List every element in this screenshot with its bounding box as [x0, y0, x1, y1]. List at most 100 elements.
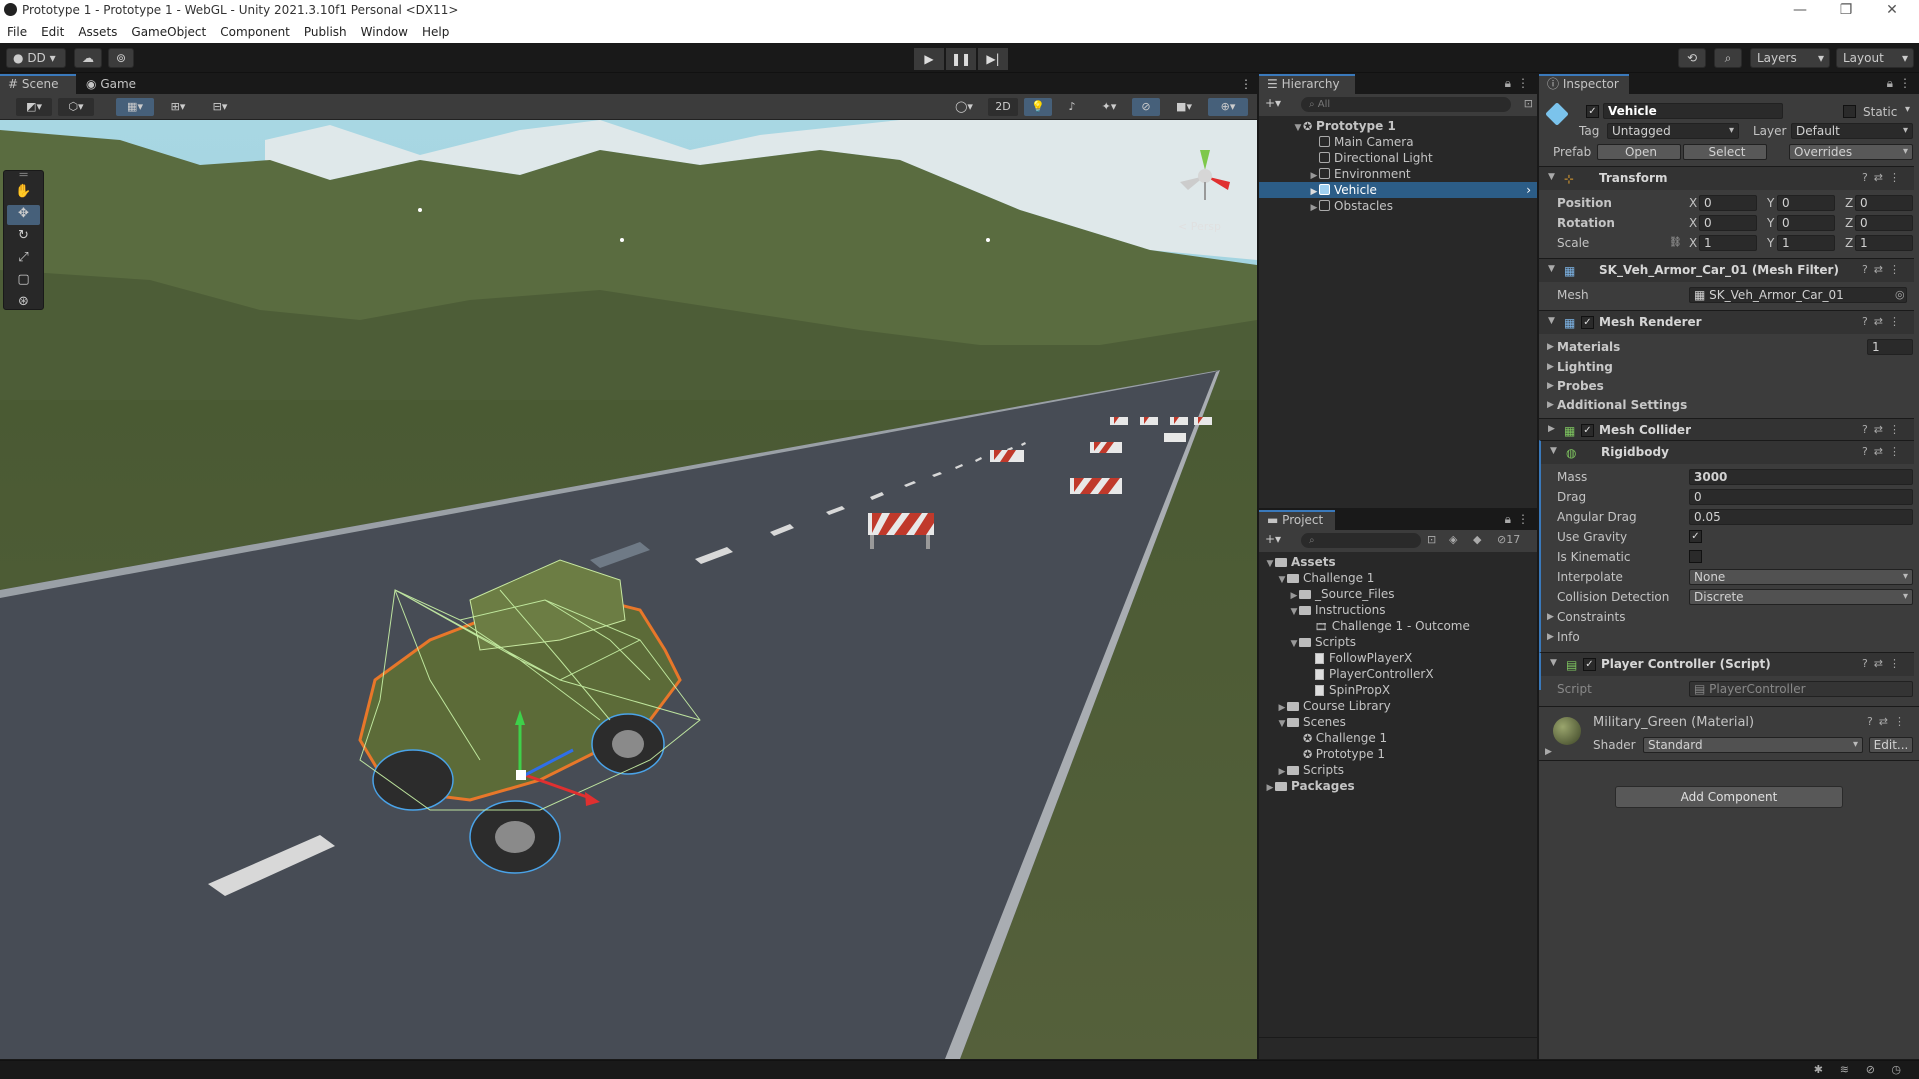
project-item-challenge-outcome[interactable]: 🎞︎ Challenge 1 - Outcome	[1259, 618, 1470, 634]
tab-scene[interactable]: # Scene	[0, 74, 76, 94]
lock-icon[interactable]: 🔒︎	[1887, 76, 1893, 91]
chevron-down-icon[interactable]: ▾	[1905, 104, 1910, 115]
project-item-course-library[interactable]: ▶ Course Library	[1259, 698, 1391, 714]
hidden-packages-toggle[interactable]: ⊘17	[1497, 533, 1520, 546]
active-checkbox[interactable]: ✓	[1586, 105, 1599, 118]
prefab-open-button[interactable]: Open	[1597, 144, 1681, 160]
hierarchy-item-prototype-1[interactable]: ▼ ✪ Prototype 1	[1259, 118, 1537, 134]
transform-header[interactable]: ▼ ⊹ Transform ?⇄⋮	[1539, 166, 1914, 190]
project-item-scene-prototype-1[interactable]: ✪ Prototype 1	[1259, 746, 1385, 762]
pivot-dropdown[interactable]: ◯▾	[948, 98, 980, 116]
mesh-collider-header[interactable]: ▶ ▦ ✓ Mesh Collider ?⇄⋮	[1539, 418, 1914, 442]
angular-drag-field[interactable]: 0.05	[1689, 509, 1913, 525]
constraints-foldout[interactable]: ▶ Constraints	[1539, 608, 1914, 626]
lock-icon[interactable]: 🔒︎	[1505, 76, 1511, 91]
panel-menu-button[interactable]: ⋮	[1232, 74, 1260, 94]
player-controller-enabled-checkbox[interactable]: ✓	[1583, 658, 1596, 671]
rect-tool[interactable]: ▢	[7, 271, 40, 291]
move-tool[interactable]: ✥	[7, 205, 40, 225]
transform-tool[interactable]: ⊛	[7, 293, 40, 313]
close-button[interactable]: ✕	[1869, 0, 1915, 22]
hierarchy-item-environment[interactable]: ▶ Environment	[1259, 166, 1537, 182]
hierarchy-item-vehicle[interactable]: ▶ Vehicle ›	[1259, 182, 1537, 198]
hierarchy-item-directional-light[interactable]: Directional Light	[1259, 150, 1537, 166]
render-path-dropdown[interactable]: ⬡▾	[58, 98, 94, 116]
mesh-renderer-enabled-checkbox[interactable]: ✓	[1581, 316, 1594, 329]
collab-button[interactable]: ⊚	[108, 48, 134, 68]
rigidbody-header[interactable]: ▼ ◍ Rigidbody ?⇄⋮	[1539, 440, 1914, 464]
hierarchy-search-input[interactable]: ⌕ All	[1301, 97, 1511, 112]
link-icon[interactable]: ⛓	[1669, 234, 1682, 252]
scale-tool[interactable]: ⤢	[7, 249, 40, 269]
step-button[interactable]: ▶|	[978, 48, 1008, 70]
project-item-followplayerx[interactable]: FollowPlayerX	[1259, 650, 1412, 666]
chevron-right-icon[interactable]: ›	[1526, 182, 1531, 198]
lighting-toggle[interactable]: 💡	[1024, 98, 1052, 116]
add-component-button[interactable]: Add Component	[1615, 786, 1843, 808]
scale-x-field[interactable]: 1	[1699, 235, 1757, 251]
shader-dropdown[interactable]: Standard	[1643, 737, 1863, 753]
project-item-packages[interactable]: ▶ Packages	[1259, 778, 1355, 794]
menu-component[interactable]: Component	[213, 22, 297, 43]
rotation-z-field[interactable]: 0	[1855, 215, 1913, 231]
probes-foldout[interactable]: ▶ Probes	[1539, 377, 1914, 395]
panel-menu-button[interactable]: ⋮	[1517, 76, 1529, 90]
tab-game[interactable]: ◉ Game	[78, 74, 144, 94]
project-item-instructions[interactable]: ▼ Instructions	[1259, 602, 1386, 618]
tab-hierarchy[interactable]: ☰ Hierarchy	[1259, 74, 1355, 94]
align-button[interactable]: ⊟▾	[202, 98, 238, 116]
object-name-field[interactable]: Vehicle	[1603, 103, 1783, 119]
search-options-icon[interactable]: ⊡	[1524, 97, 1533, 110]
scale-y-field[interactable]: 1	[1777, 235, 1835, 251]
layout-dropdown[interactable]: Layout ▾	[1836, 48, 1914, 68]
project-item-assets[interactable]: ▼ Assets	[1259, 554, 1336, 570]
tag-dropdown[interactable]: Untagged	[1607, 123, 1739, 139]
auto-generate-lighting-icon[interactable]: ⊘	[1866, 1063, 1875, 1076]
pause-button[interactable]: ❚❚	[946, 48, 976, 70]
hierarchy-item-main-camera[interactable]: Main Camera	[1259, 134, 1537, 150]
rotation-y-field[interactable]: 0	[1777, 215, 1835, 231]
layers-dropdown[interactable]: Layers ▾	[1750, 48, 1830, 68]
gizmos-dropdown[interactable]: ⊕▾	[1208, 98, 1248, 116]
lighting-foldout[interactable]: ▶ Lighting	[1539, 358, 1914, 376]
palette-handle[interactable]: ═	[7, 169, 40, 182]
component-actions[interactable]: ?⇄⋮	[1862, 423, 1906, 436]
menu-file[interactable]: File	[0, 22, 34, 43]
materials-count-field[interactable]: 1	[1867, 339, 1913, 355]
create-button[interactable]: +▾	[1265, 532, 1281, 546]
project-item-scene-challenge-1[interactable]: ✪ Challenge 1	[1259, 730, 1387, 746]
tab-inspector[interactable]: ⓘ Inspector	[1539, 74, 1629, 94]
component-actions[interactable]: ?⇄⋮	[1862, 171, 1906, 184]
menu-publish[interactable]: Publish	[297, 22, 354, 43]
cloud-button[interactable]: ☁	[74, 48, 102, 68]
favorite-icon[interactable]: ◆	[1473, 533, 1481, 546]
position-z-field[interactable]: 0	[1855, 195, 1913, 211]
is-kinematic-checkbox[interactable]	[1689, 550, 1702, 563]
filter-by-label-icon[interactable]: ◈	[1449, 533, 1457, 546]
project-item-scripts[interactable]: ▼ Scripts	[1259, 634, 1357, 650]
search-by-type-icon[interactable]: ⊡	[1427, 533, 1436, 546]
mesh-filter-header[interactable]: ▼ ▦ SK_Veh_Armor_Car_01 (Mesh Filter) ?⇄…	[1539, 258, 1914, 282]
rotation-x-field[interactable]: 0	[1699, 215, 1757, 231]
hidden-objects-toggle[interactable]: ⊘	[1132, 98, 1160, 116]
layer-dropdown[interactable]: Default	[1791, 123, 1913, 139]
prefab-overrides-dropdown[interactable]: Overrides	[1789, 144, 1913, 160]
menu-gameobject[interactable]: GameObject	[124, 22, 213, 43]
menu-edit[interactable]: Edit	[34, 22, 71, 43]
mesh-collider-enabled-checkbox[interactable]: ✓	[1581, 424, 1594, 437]
object-picker-icon[interactable]: ◎	[1895, 286, 1905, 304]
account-dropdown[interactable]: ● DD ▾	[6, 48, 66, 68]
component-actions[interactable]: ?⇄⋮	[1862, 657, 1906, 670]
draw-mode-dropdown[interactable]: ◩▾	[16, 98, 52, 116]
component-actions[interactable]: ?⇄⋮	[1862, 445, 1906, 458]
audio-toggle[interactable]: ♪	[1058, 98, 1086, 116]
persp-label[interactable]: < Persp	[1178, 220, 1221, 233]
play-button[interactable]: ▶	[914, 48, 944, 70]
menu-assets[interactable]: Assets	[71, 22, 124, 43]
progress-icon[interactable]: ◷	[1891, 1063, 1901, 1076]
hierarchy-item-obstacles[interactable]: ▶ Obstacles	[1259, 198, 1537, 214]
materials-foldout[interactable]: ▶ Materials 1	[1539, 338, 1914, 356]
maximize-button[interactable]: ❐	[1823, 0, 1869, 22]
prefab-select-button[interactable]: Select	[1683, 144, 1767, 160]
tab-project[interactable]: ▬ Project	[1259, 510, 1335, 530]
